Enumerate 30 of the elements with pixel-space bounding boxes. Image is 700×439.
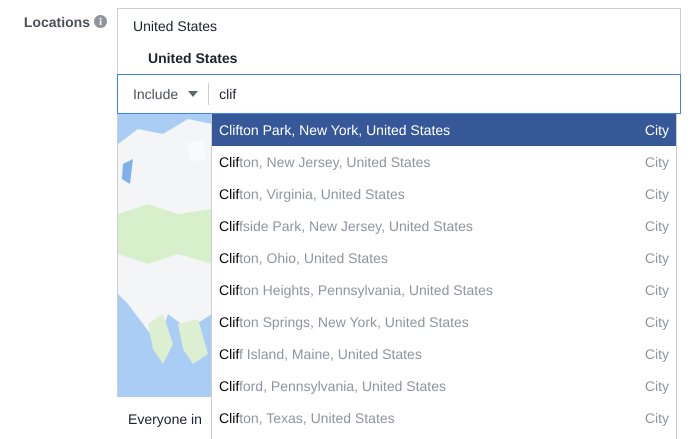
suggestion-name: Clifton Park, New York, United States [219,120,450,140]
include-dropdown[interactable]: Include [118,83,210,106]
location-group: United States [133,16,665,37]
location-type: City [644,152,669,172]
location-type: City [644,376,669,396]
location-search-field[interactable]: Include clif [117,74,681,114]
location-type: City [644,184,669,204]
suggestion-name: Clifford, Pennsylvania, United States [219,376,446,396]
info-icon [94,15,107,28]
suggestion-name: Clifton, Virginia, United States [219,184,405,204]
suggestion-name: Clifton Heights, Pennsylvania, United States [219,280,493,300]
suggestion-name: Cliff Island, Maine, United States [219,344,422,364]
suggestion-name: Clifton, Texas, United States [219,408,395,428]
suggestion-name: Clifton, New Jersey, United States [219,152,430,172]
location-item: United States [147,49,238,68]
location-type: City [644,248,669,268]
location-type: City [644,312,669,332]
location-type: City [644,120,669,140]
audience-note: Everyone in [128,411,202,427]
suggestion-item[interactable]: Clifton Park, New York, United States City [212,114,676,146]
field-label: Locations [24,13,90,32]
location-type: City [644,216,669,236]
search-input[interactable]: clif [209,84,680,105]
caret-icon [188,91,198,98]
suggestion-name: Cliffside Park, New Jersey, United States [219,216,473,236]
location-type: City [644,280,669,300]
location-type: City [644,408,669,428]
suggestion-name: Clifton Springs, New York, United States [219,312,469,332]
location-type: City [644,344,669,364]
suggestion-name: Clifton, Ohio, United States [219,248,388,268]
